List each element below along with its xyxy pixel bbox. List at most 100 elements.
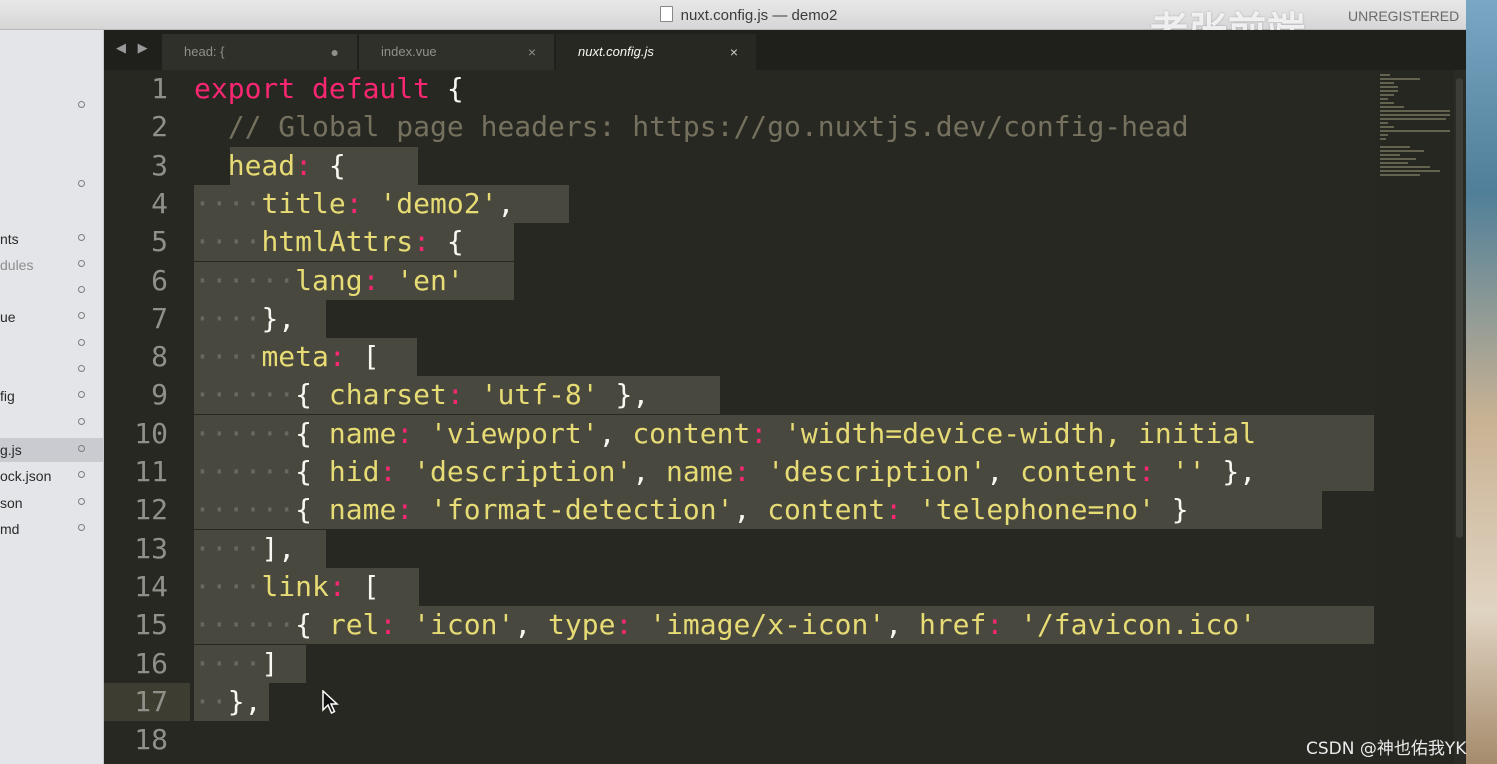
open-file-circle-icon[interactable]	[78, 471, 85, 478]
code-token: {	[295, 608, 329, 642]
indent-whitespace: ······	[194, 608, 296, 642]
open-file-circle-icon[interactable]	[78, 312, 85, 319]
minimap-line	[1380, 90, 1398, 92]
code-token: :	[885, 493, 903, 527]
open-file-circle-icon[interactable]	[78, 365, 85, 372]
line-number: 9	[151, 378, 168, 412]
sidebar-item[interactable]: fig	[0, 384, 104, 408]
vertical-scrollbar[interactable]	[1454, 70, 1466, 764]
close-tab-icon[interactable]: ×	[730, 34, 738, 70]
sidebar-item[interactable]: ue	[0, 305, 104, 329]
open-file-circle-icon[interactable]	[78, 498, 85, 505]
code-line[interactable]: // Global page headers: https://go.nuxtj…	[194, 108, 1189, 146]
code-line[interactable]: ····]	[194, 645, 278, 683]
code-token: 'utf-8'	[480, 378, 599, 412]
code-line[interactable]: head: {	[194, 147, 346, 185]
code-token: :	[396, 416, 414, 450]
code-line[interactable]: export default {	[194, 70, 464, 108]
open-file-circle-icon[interactable]	[78, 445, 85, 452]
sidebar-item[interactable]	[0, 279, 104, 303]
code-line[interactable]: ······lang: 'en'	[194, 262, 464, 300]
code-token: :	[750, 416, 768, 450]
minimap-line	[1380, 122, 1388, 124]
code-editor[interactable]: export default { // Global page headers:…	[194, 70, 1374, 764]
minimap[interactable]	[1374, 70, 1454, 764]
code-line[interactable]: ··},	[194, 683, 261, 721]
code-token: :	[362, 263, 380, 297]
sidebar-item[interactable]	[0, 411, 104, 435]
code-token: :	[446, 378, 464, 412]
sidebar-item[interactable]: son	[0, 491, 104, 515]
code-token: ''	[1171, 455, 1206, 488]
code-line[interactable]: ······{ name: 'format-detection', conten…	[194, 491, 1189, 529]
open-file-circle-icon[interactable]	[78, 524, 85, 531]
minimap-line	[1380, 154, 1400, 156]
sidebar-item[interactable]: dules	[0, 253, 104, 277]
code-line[interactable]: ······{ rel: 'icon', type: 'image/x-icon…	[194, 606, 1256, 644]
line-number: 11	[134, 455, 168, 488]
open-file-circle-icon[interactable]	[78, 339, 85, 346]
open-file-circle-icon[interactable]	[78, 391, 85, 398]
code-token: head	[227, 148, 296, 182]
sidebar-item[interactable]	[0, 332, 104, 356]
open-file-circle-icon[interactable]	[78, 418, 85, 425]
indent-whitespace: ······	[194, 263, 296, 297]
code-token: content	[1020, 455, 1139, 488]
open-file-circle-icon[interactable]	[78, 234, 85, 241]
minimap-line	[1380, 118, 1446, 120]
code-token: ,	[598, 416, 633, 450]
code-token: htmlAttrs	[261, 225, 414, 259]
open-file-circle-icon[interactable]	[78, 101, 85, 108]
indent-whitespace: ······	[194, 493, 296, 527]
sidebar-item[interactable]: nts	[0, 227, 104, 251]
code-line[interactable]: ······{ hid: 'description', name: 'descr…	[194, 453, 1256, 491]
code-line[interactable]: ····title: 'demo2',	[194, 185, 514, 223]
minimap-line	[1380, 114, 1450, 116]
code-line[interactable]: ····meta: [	[194, 338, 379, 376]
desktop-background	[1466, 0, 1497, 764]
code-token: 'demo2'	[379, 186, 498, 220]
code-line[interactable]: ····},	[194, 300, 295, 338]
editor-tab[interactable]: index.vue ×	[359, 34, 554, 70]
code-token: 'image/x-icon'	[649, 608, 886, 642]
code-line[interactable]: ······{ name: 'viewport', content: 'widt…	[194, 415, 1256, 453]
editor-tab[interactable]: nuxt.config.js ×	[556, 34, 756, 70]
code-line[interactable]: ····htmlAttrs: {	[194, 223, 464, 261]
sidebar-item[interactable]	[0, 173, 104, 197]
close-tab-icon[interactable]: ×	[528, 34, 536, 70]
code-token: {	[295, 493, 329, 527]
code-token: link	[261, 569, 329, 603]
scrollbar-thumb[interactable]	[1456, 78, 1463, 538]
sidebar-item[interactable]	[0, 94, 104, 118]
code-token: :	[328, 340, 346, 374]
editor-tab[interactable]: head: {●	[162, 34, 357, 70]
line-number: 13	[134, 531, 168, 565]
sidebar-item[interactable]: g.js	[0, 438, 104, 462]
code-token: }	[1154, 493, 1189, 527]
sidebar-item-label: son	[0, 495, 23, 511]
sidebar-item[interactable]	[0, 358, 104, 382]
code-token: meta	[261, 340, 329, 374]
code-token: charset	[328, 378, 447, 412]
minimap-line	[1380, 138, 1386, 140]
code-token: ,	[497, 186, 515, 220]
sidebar-item[interactable]: md	[0, 517, 104, 541]
line-number: 1	[151, 72, 168, 105]
open-file-circle-icon[interactable]	[78, 286, 85, 293]
csdn-watermark: CSDN @神也佑我YK	[1306, 739, 1467, 759]
sidebar-item[interactable]: ock.json	[0, 464, 104, 488]
unsaved-dot-icon[interactable]: ●	[331, 34, 339, 70]
code-line[interactable]: ····],	[194, 530, 295, 568]
code-token: {	[295, 455, 329, 488]
open-file-circle-icon[interactable]	[78, 180, 85, 187]
code-line[interactable]: ······{ charset: 'utf-8' },	[194, 376, 649, 414]
tab-nav-arrows-icon[interactable]: ◀ ▶	[116, 40, 152, 56]
code-line[interactable]: ····link: [	[194, 568, 379, 606]
line-number: 10	[134, 416, 168, 450]
open-file-circle-icon[interactable]	[78, 260, 85, 267]
